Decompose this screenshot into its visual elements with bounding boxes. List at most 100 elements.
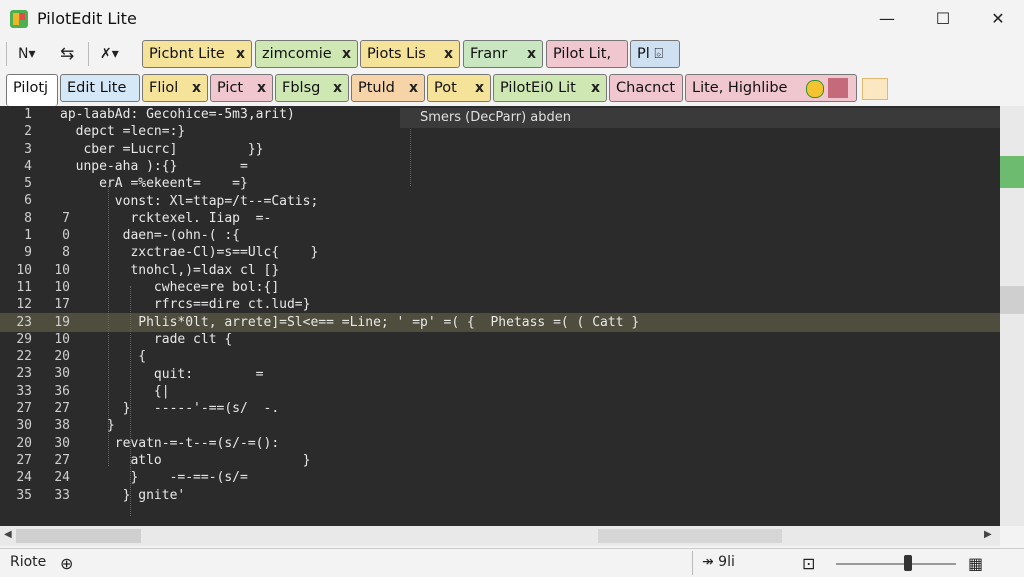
- tab-label: Ptuld: [358, 80, 395, 96]
- zoom-slider-track[interactable]: [836, 563, 956, 565]
- tab-edit-lite[interactable]: Edit Lite: [60, 74, 140, 102]
- tab-bar-bottom: Pilotj Edit Lite Fliol x Pict x Fblsg x …: [0, 72, 1024, 106]
- tab-label: Pilotj: [13, 80, 49, 96]
- code-line: erA =%ekeent= =}: [60, 176, 248, 192]
- line-number: 1: [24, 228, 32, 244]
- tab-bar-top: N▾ ⇆ ✗▾ Picbnt Lite x zimcomie x Piots L…: [0, 38, 1024, 70]
- tab-close-icon[interactable]: x: [475, 75, 484, 101]
- swap-icon[interactable]: ⇆: [60, 42, 74, 66]
- minimize-button[interactable]: —: [864, 6, 910, 32]
- tab-pict[interactable]: Pict x: [210, 74, 273, 102]
- tab-picbnt-lite[interactable]: Picbnt Lite x: [142, 40, 252, 68]
- tab-fliol[interactable]: Fliol x: [142, 74, 208, 102]
- code-line: cwhece=re bol:{]: [60, 280, 280, 295]
- line-number: 27: [16, 452, 32, 468]
- zoom-slider-thumb[interactable]: [904, 555, 912, 571]
- line-number: 23: [16, 366, 32, 382]
- tab-pilot-lit[interactable]: Pilot Lit,: [546, 40, 628, 68]
- tab-piots-lis[interactable]: Piots Lis x: [360, 40, 460, 68]
- code-line: zxctrae-Cl)=s==Ulc{ }: [60, 245, 319, 261]
- tab-close-icon[interactable]: x: [444, 41, 453, 67]
- tab-label: zimcomie: [262, 46, 332, 62]
- code-line: rade clt {: [60, 331, 233, 347]
- scroll-marker: [1000, 156, 1024, 188]
- line-number: 35: [16, 487, 32, 503]
- code-editor[interactable]: Smers (DecParr) abden 1 2 3 4 5 6 8 1 9 …: [0, 106, 1000, 526]
- code-line: {|: [60, 383, 170, 399]
- line-number: 3: [24, 141, 32, 157]
- horizontal-scroll-thumb-secondary[interactable]: [598, 529, 782, 543]
- zoom-icon[interactable]: ⊡: [802, 554, 815, 573]
- status-separator: [692, 551, 693, 575]
- code-line-current: Phlis*0lt, arrete]=Sl<e== =Line; ' =p' =…: [60, 314, 640, 330]
- tab-label: Pot: [434, 80, 457, 96]
- tab-label: Fblsg: [282, 80, 321, 96]
- tab-close-icon[interactable]: x: [342, 41, 351, 67]
- tab-lite-highlibe[interactable]: Lite, Highlibe: [685, 74, 857, 102]
- tab-pot[interactable]: Pot x: [427, 74, 491, 102]
- tab-ptuld[interactable]: Ptuld x: [351, 74, 425, 102]
- code-line: } gnite': [60, 487, 186, 503]
- tab-close-icon[interactable]: x: [527, 41, 536, 67]
- horizontal-scrollbar[interactable]: ◀ ▶: [0, 526, 1000, 546]
- code-line: } -----'-==(s/ -.: [60, 401, 280, 417]
- vertical-scroll-thumb[interactable]: [1000, 286, 1024, 314]
- tab-piloteio-lit[interactable]: PilotEi0 Lit x: [493, 74, 607, 102]
- line-number: 24: [16, 470, 32, 486]
- line-number: 27: [16, 401, 32, 417]
- code-line: }: [60, 418, 115, 434]
- tab-label: PilotEi0 Lit: [500, 80, 576, 96]
- code-line: quit: =: [60, 366, 264, 382]
- tab-zimcomie[interactable]: zimcomie x: [255, 40, 358, 68]
- tab-label: Picbnt Lite: [149, 46, 225, 62]
- code-line: cber =Lucrc] }}: [60, 141, 264, 157]
- tab-close-icon[interactable]: x: [409, 75, 418, 101]
- code-line: rfrcs==dire ct.lud=}: [60, 297, 311, 313]
- tab-label: Pl ⌺: [637, 46, 664, 62]
- code-line: ap-laabAd: Gecohice=-5m3,arit): [60, 107, 295, 122]
- line-number: 8: [24, 210, 32, 226]
- pin-icon[interactable]: [828, 78, 848, 98]
- tab-close-icon[interactable]: x: [192, 75, 201, 101]
- new-file-button[interactable]: N▾: [18, 42, 36, 66]
- globe-icon[interactable]: ⊕: [60, 554, 73, 573]
- line-number: 12: [16, 297, 32, 313]
- code-line: } -=-==-(s/=: [60, 470, 248, 486]
- scroll-right-arrow-icon[interactable]: ▶: [984, 529, 992, 540]
- code-line: {: [60, 349, 147, 365]
- tab-close-icon[interactable]: x: [591, 75, 600, 101]
- tab-label: Fliol: [149, 80, 179, 96]
- code-line: depct =lecn=:}: [60, 124, 186, 140]
- maximize-button[interactable]: ☐: [920, 6, 966, 32]
- scroll-left-arrow-icon[interactable]: ◀: [4, 529, 12, 540]
- vertical-scrollbar[interactable]: [1000, 106, 1024, 526]
- tab-pl[interactable]: Pl ⌺: [630, 40, 680, 68]
- code-line: unpe-aha ):{} =: [60, 158, 248, 174]
- close-button[interactable]: ✕: [975, 6, 1021, 32]
- layout-grid-icon[interactable]: ▦: [968, 554, 983, 573]
- tab-label: Piots Lis: [367, 46, 426, 62]
- tab-franr[interactable]: Franr x: [463, 40, 543, 68]
- tab-chacnct[interactable]: Chacnct: [609, 74, 683, 102]
- line-number: 11: [16, 279, 32, 295]
- horizontal-scroll-thumb[interactable]: [16, 529, 141, 543]
- indent-guide: [410, 126, 411, 186]
- line-number: 6: [24, 193, 32, 209]
- tab-label: Chacnct: [616, 80, 676, 96]
- tools-menu-button[interactable]: ✗▾: [100, 42, 119, 66]
- line-number: 1: [24, 107, 32, 122]
- code-line: daen=-(ohn-( :{: [60, 228, 241, 244]
- tab-pilotj[interactable]: Pilotj: [6, 74, 58, 106]
- tab-list-icon[interactable]: [862, 78, 888, 100]
- tab-fblsg[interactable]: Fblsg x: [275, 74, 349, 102]
- code-line: revatn-=-t--=(s/-=():: [60, 435, 287, 451]
- line-number: 9: [24, 245, 32, 261]
- tab-close-icon[interactable]: x: [257, 75, 266, 101]
- tab-close-icon[interactable]: x: [236, 41, 245, 67]
- line-number: 2: [24, 124, 32, 140]
- status-mode[interactable]: Riote: [10, 554, 46, 570]
- goto-line-button[interactable]: ↠ 9li: [702, 554, 735, 570]
- line-number: 33: [16, 383, 32, 399]
- tab-close-icon[interactable]: x: [333, 75, 342, 101]
- window-title: PilotEdit Lite: [37, 9, 137, 28]
